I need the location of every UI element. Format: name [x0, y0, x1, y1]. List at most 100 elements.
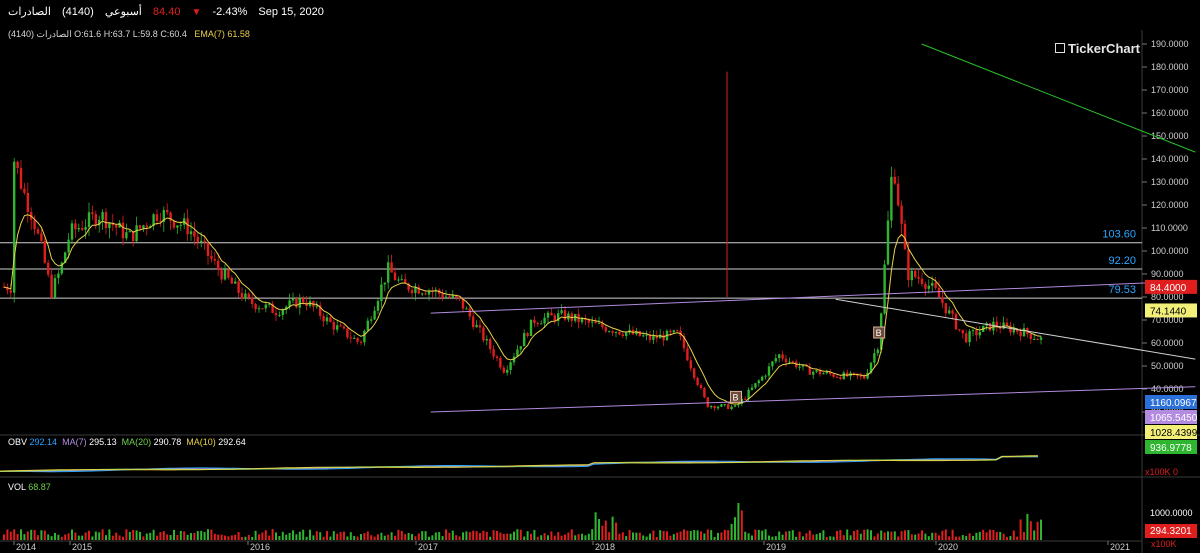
- candle-body: [254, 304, 257, 310]
- x-tick-label: 2019: [766, 542, 786, 552]
- candle-body: [213, 258, 216, 261]
- candle-body: [563, 310, 567, 320]
- volume-bar: [778, 531, 781, 540]
- candle-body: [699, 384, 703, 389]
- candle-body: [81, 228, 84, 230]
- candle-body: [754, 383, 757, 388]
- candle-body: [189, 231, 193, 235]
- volume-bar: [159, 532, 162, 540]
- volume-bar: [380, 532, 383, 540]
- volume-bar: [383, 535, 386, 540]
- volume-bar: [669, 535, 672, 540]
- volume-bar: [591, 529, 594, 540]
- volume-bar: [30, 529, 33, 540]
- candle-body: [781, 354, 784, 359]
- candle-body: [332, 321, 335, 330]
- ohlc-high: H:63.7: [103, 29, 131, 39]
- candle-body: [536, 323, 539, 325]
- candle-body: [210, 255, 213, 259]
- candle-body: [750, 387, 754, 390]
- volume-bar: [217, 534, 220, 540]
- candle-body: [761, 376, 764, 381]
- candle-body: [924, 284, 927, 289]
- candle-body: [954, 313, 958, 330]
- volume-bar: [863, 529, 866, 540]
- candle-body: [975, 330, 978, 336]
- candle-body: [529, 319, 533, 337]
- candle-body: [978, 331, 981, 336]
- candle-body: [339, 325, 342, 327]
- candle-body: [363, 330, 366, 343]
- volume-bar: [519, 529, 522, 540]
- volume-bar: [751, 535, 753, 540]
- volume-bar: [706, 529, 709, 540]
- y-tick-label: 150.0000: [1151, 131, 1189, 141]
- volume-bar: [118, 535, 121, 540]
- volume-bar: [489, 536, 492, 540]
- volume-bar: [33, 530, 36, 540]
- volume-bar: [387, 534, 390, 540]
- candle-body: [43, 240, 46, 263]
- candle-body: [125, 232, 128, 239]
- volume-bar: [506, 533, 509, 540]
- volume-bar: [995, 531, 998, 540]
- volume-bar: [254, 530, 257, 540]
- volume-bar: [710, 530, 713, 540]
- volume-bar: [9, 531, 12, 540]
- volume-bar: [465, 531, 468, 540]
- candle-body: [965, 333, 968, 343]
- vol-unit-label: x100K: [1151, 539, 1177, 549]
- volume-bar: [757, 529, 760, 540]
- candle-body: [920, 278, 924, 285]
- volume-bar: [275, 532, 277, 540]
- volume-bar: [696, 530, 699, 540]
- volume-bar: [166, 534, 169, 540]
- obv-unit-label: x100K: [1145, 467, 1171, 477]
- volume-bar: [152, 529, 155, 540]
- volume-bar: [305, 536, 308, 540]
- candle-body: [376, 301, 380, 311]
- volume-bar: [1036, 521, 1039, 540]
- candle-body: [346, 328, 349, 338]
- volume-bar: [822, 530, 825, 540]
- candle-body: [349, 337, 352, 339]
- candle-body: [485, 339, 488, 341]
- chart-canvas[interactable]: 190.0000 180.0000 170.0000 160.0000 150.0000…: [0, 0, 1200, 553]
- candle-body: [492, 349, 495, 357]
- volume-bar: [659, 530, 662, 540]
- candle-body: [166, 210, 169, 213]
- x-tick-label: 2021: [1110, 542, 1130, 552]
- volume-bar: [176, 535, 179, 540]
- candle-body: [325, 317, 329, 322]
- candle-body: [910, 270, 913, 281]
- candle-body: [33, 219, 36, 230]
- volume-bar: [332, 531, 335, 540]
- volume-bar: [866, 529, 869, 540]
- x-tick-label: 2016: [250, 542, 270, 552]
- volume-bar: [366, 531, 369, 540]
- candle-body: [264, 304, 267, 309]
- horizontal-level-label: 103.60: [1102, 229, 1136, 241]
- volume-bar: [645, 536, 648, 540]
- horizontal-level-label: 92.20: [1108, 255, 1136, 267]
- candle-body: [1019, 331, 1022, 337]
- ohlc-close: C:60.4: [160, 29, 187, 39]
- candle-body: [16, 161, 19, 169]
- last-price: 84.40: [152, 6, 181, 18]
- volume-bar: [536, 536, 539, 540]
- candle-body: [444, 296, 448, 298]
- volume-bar: [533, 529, 536, 540]
- volume-bar: [200, 530, 203, 540]
- candle-body: [727, 404, 730, 410]
- volume-bar: [686, 530, 689, 540]
- volume-bar: [482, 530, 485, 540]
- ema-label: EMA(7): [194, 29, 225, 39]
- volume-bar: [883, 532, 886, 540]
- candle-body: [135, 225, 138, 242]
- volume-bar: [611, 516, 614, 540]
- volume-bar: [312, 535, 315, 540]
- volume-bar: [1006, 536, 1008, 540]
- volume-bar: [414, 536, 417, 540]
- volume-bar: [992, 529, 995, 540]
- volume-bar: [666, 531, 668, 540]
